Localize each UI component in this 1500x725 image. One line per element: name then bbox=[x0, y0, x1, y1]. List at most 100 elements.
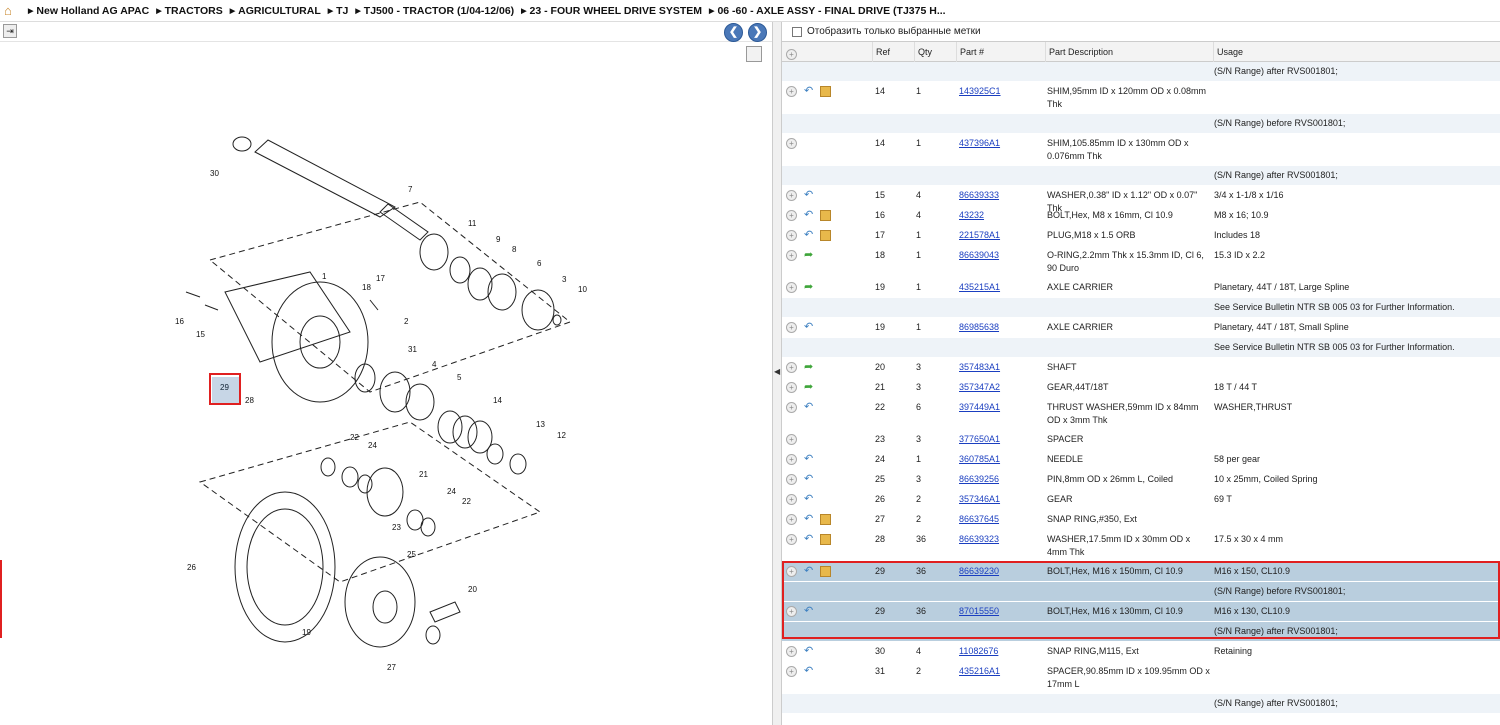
package-icon[interactable] bbox=[820, 534, 831, 545]
forward-arrow-icon[interactable]: ➦ bbox=[804, 381, 813, 393]
callout-label[interactable]: 24 bbox=[368, 441, 377, 450]
callout-label[interactable]: 20 bbox=[468, 585, 477, 594]
callout-label[interactable]: 30 bbox=[210, 169, 219, 178]
add-to-list-icon[interactable]: + bbox=[786, 138, 797, 149]
callout-label[interactable]: 7 bbox=[408, 185, 413, 194]
replace-arrow-icon[interactable]: ↶ bbox=[804, 565, 813, 577]
forward-arrow-icon[interactable]: ❯ bbox=[748, 23, 767, 42]
callout-label[interactable]: 11 bbox=[468, 219, 477, 228]
table-row[interactable]: + ➦ 19 1 435215A1 AXLE CARRIER Planetary, 44T … bbox=[782, 278, 1500, 298]
replace-arrow-icon[interactable]: ↶ bbox=[804, 321, 813, 333]
replace-arrow-icon[interactable]: ↶ bbox=[804, 85, 813, 97]
part-number-link[interactable]: 435215A1 bbox=[959, 281, 1044, 294]
part-number-link[interactable]: 397449A1 bbox=[959, 401, 1044, 414]
table-row[interactable]: + ↶ 19 1 86985638 AXLE CARRIER Planetary, 44T … bbox=[782, 318, 1500, 338]
callout-29-label[interactable]: 29 bbox=[220, 383, 229, 392]
add-to-list-icon[interactable]: + bbox=[786, 566, 797, 577]
table-row[interactable]: + ↶ 26 2 357346A1 GEAR 69 T bbox=[782, 490, 1500, 510]
table-row[interactable]: + ↶ 16 4 43232 BOLT,Hex, M8 x 16mm, Cl 10.9 M8… bbox=[782, 206, 1500, 226]
add-to-list-icon[interactable]: + bbox=[786, 210, 797, 221]
add-to-list-icon[interactable]: + bbox=[786, 322, 797, 333]
callout-label[interactable]: 19 bbox=[302, 628, 311, 637]
table-row[interactable]: + ➦ 21 3 357347A2 GEAR,44T/18T 18 T / 44 T bbox=[782, 378, 1500, 398]
add-to-list-icon[interactable]: + bbox=[786, 86, 797, 97]
callout-label[interactable]: 18 bbox=[362, 283, 371, 292]
back-arrow-icon[interactable]: ❮ bbox=[724, 23, 743, 42]
package-icon[interactable] bbox=[820, 566, 831, 577]
callout-label[interactable]: 4 bbox=[432, 360, 437, 369]
part-number-link[interactable]: 86639323 bbox=[959, 533, 1044, 546]
add-to-list-icon[interactable]: + bbox=[786, 402, 797, 413]
table-row[interactable]: + ↶ 28 36 86639323 WASHER,17.5mm ID x 30mm OD… bbox=[782, 530, 1500, 562]
replace-arrow-icon[interactable]: ↶ bbox=[804, 401, 813, 413]
part-number-link[interactable]: 143925C1 bbox=[959, 85, 1044, 98]
callout-label[interactable]: 5 bbox=[457, 373, 462, 382]
package-icon[interactable] bbox=[820, 230, 831, 241]
export-icon[interactable]: ⇥ bbox=[3, 24, 17, 38]
breadcrumb-item[interactable]: TJ bbox=[328, 5, 348, 17]
exploded-parts-diagram[interactable]: 30 7 11 9 8 6 3 10 1 17 18 16 15 2 31 4 5 29 28 14… bbox=[150, 92, 610, 672]
table-row[interactable]: + ↶ 29 36 87015550 BOLT,Hex, M16 x 130mm, Cl … bbox=[782, 602, 1500, 622]
part-number-link[interactable]: 360785A1 bbox=[959, 453, 1044, 466]
collapse-arrow-icon[interactable]: ◀ bbox=[774, 367, 780, 376]
replace-arrow-icon[interactable]: ↶ bbox=[804, 229, 813, 241]
add-to-list-icon[interactable]: + bbox=[786, 534, 797, 545]
part-number-link[interactable]: 86639256 bbox=[959, 473, 1044, 486]
add-to-list-icon[interactable]: + bbox=[786, 230, 797, 241]
callout-label[interactable]: 6 bbox=[537, 259, 542, 268]
table-row[interactable]: + ➦ 18 1 86639043 O-RING,2.2mm Thk x 15.3mm I… bbox=[782, 246, 1500, 278]
part-number-link[interactable]: 11082676 bbox=[959, 645, 1044, 658]
replace-arrow-icon[interactable]: ↶ bbox=[804, 605, 813, 617]
add-to-list-icon[interactable]: + bbox=[786, 362, 797, 373]
callout-label[interactable]: 25 bbox=[407, 550, 416, 559]
callout-label[interactable]: 21 bbox=[419, 470, 428, 479]
add-to-list-icon[interactable]: + bbox=[786, 666, 797, 677]
callout-label[interactable]: 28 bbox=[245, 396, 254, 405]
table-row[interactable]: + ↶ 27 2 86637645 SNAP RING,#350, Ext bbox=[782, 510, 1500, 530]
callout-label[interactable]: 31 bbox=[408, 345, 417, 354]
header-qty[interactable]: Qty bbox=[914, 41, 956, 62]
callout-label[interactable]: 10 bbox=[578, 285, 587, 294]
add-all-icon[interactable]: + bbox=[786, 48, 797, 60]
callout-label[interactable]: 22 bbox=[350, 433, 359, 442]
callout-label[interactable]: 13 bbox=[536, 420, 545, 429]
header-part[interactable]: Part # bbox=[956, 41, 1045, 62]
callout-label[interactable]: 23 bbox=[392, 523, 401, 532]
add-to-list-icon[interactable]: + bbox=[786, 454, 797, 465]
table-note-row[interactable]: See Service Bulletin NTR SB 005 03 for F… bbox=[782, 298, 1500, 318]
breadcrumb-item[interactable]: TJ500 - TRACTOR (1/04-12/06) bbox=[355, 5, 514, 17]
part-number-link[interactable]: 221578A1 bbox=[959, 229, 1044, 242]
table-note-row[interactable]: (S/N Range) after RVS001801; bbox=[782, 62, 1500, 82]
table-note-row[interactable]: (S/N Range) after RVS001801; bbox=[782, 622, 1500, 642]
add-to-list-icon[interactable]: + bbox=[786, 434, 797, 445]
table-note-row[interactable]: (S/N Range) before RVS001801; bbox=[782, 582, 1500, 602]
forward-arrow-icon[interactable]: ➦ bbox=[804, 281, 813, 293]
replace-arrow-icon[interactable]: ↶ bbox=[804, 189, 813, 201]
callout-label[interactable]: 3 bbox=[562, 275, 567, 284]
show-selected-checkbox[interactable] bbox=[792, 26, 802, 37]
callout-label[interactable]: 14 bbox=[493, 396, 502, 405]
breadcrumb-item[interactable]: 23 - FOUR WHEEL DRIVE SYSTEM bbox=[521, 5, 703, 17]
forward-arrow-icon[interactable]: ➦ bbox=[804, 249, 813, 261]
callout-label[interactable]: 1 bbox=[322, 272, 327, 281]
table-note-row[interactable]: See Service Bulletin NTR SB 005 03 for F… bbox=[782, 338, 1500, 358]
add-to-list-icon[interactable]: + bbox=[786, 382, 797, 393]
add-to-list-icon[interactable]: + bbox=[786, 494, 797, 505]
header-description[interactable]: Part Description bbox=[1045, 41, 1213, 62]
table-row[interactable]: + ↶ 30 4 11082676 SNAP RING,M115, Ext Retainin… bbox=[782, 642, 1500, 662]
package-icon[interactable] bbox=[820, 210, 831, 221]
part-number-link[interactable]: 377650A1 bbox=[959, 433, 1044, 446]
callout-label[interactable]: 12 bbox=[557, 431, 566, 440]
part-number-link[interactable]: 87015550 bbox=[959, 605, 1044, 618]
home-icon[interactable]: ⌂ bbox=[4, 3, 20, 18]
table-row[interactable]: + ↶ 31 2 435216A1 SPACER,90.85mm ID x 109.95m… bbox=[782, 662, 1500, 694]
callout-label[interactable]: 16 bbox=[175, 317, 184, 326]
table-row[interactable]: + ↶ 29 36 86639230 BOLT,Hex, M16 x 150mm, Cl … bbox=[782, 562, 1500, 582]
callout-label[interactable]: 22 bbox=[462, 497, 471, 506]
part-number-link[interactable]: 437396A1 bbox=[959, 137, 1044, 150]
add-to-list-icon[interactable]: + bbox=[786, 282, 797, 293]
table-row[interactable]: + ↶ 24 1 360785A1 NEEDLE 58 per gear bbox=[782, 450, 1500, 470]
package-icon[interactable] bbox=[820, 514, 831, 525]
callout-label[interactable]: 15 bbox=[196, 330, 205, 339]
table-row[interactable]: + ↶ 17 1 221578A1 PLUG,M18 x 1.5 ORB Includes … bbox=[782, 226, 1500, 246]
